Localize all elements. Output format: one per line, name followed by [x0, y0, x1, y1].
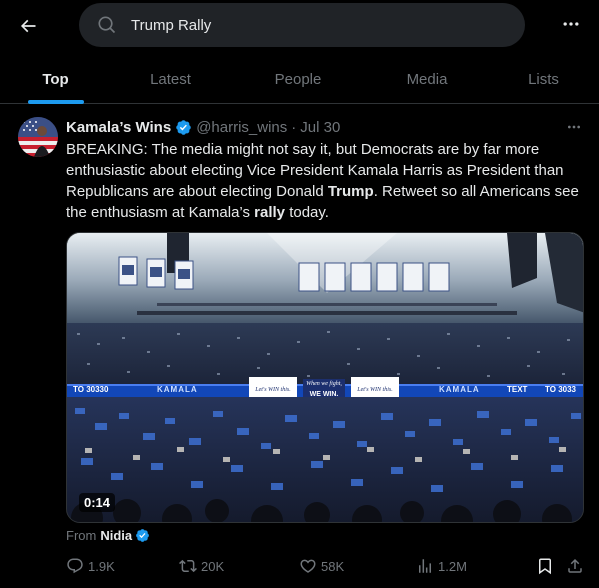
rally-scene-image	[67, 233, 583, 522]
views-button[interactable]: 1.2M	[416, 554, 467, 578]
tweet-more-button[interactable]	[562, 117, 586, 137]
separator-dot: ·	[291, 118, 297, 136]
source-account-name[interactable]: Nidia	[100, 528, 132, 543]
stage-sign-text: Let's WIN this.	[255, 387, 291, 393]
share-button[interactable]	[566, 554, 584, 578]
heart-icon	[300, 559, 316, 573]
tab-label: Media	[406, 70, 448, 88]
from-prefix: From	[66, 527, 97, 543]
tweet-header: Kamala’s Wins @harris_wins · Jul 30	[66, 117, 340, 137]
tab-people[interactable]: People	[230, 54, 366, 104]
search-input[interactable]	[131, 3, 501, 47]
tab-label: Latest	[150, 70, 191, 88]
search-icon	[97, 15, 117, 40]
author-handle[interactable]: @harris_wins	[196, 119, 287, 136]
reply-icon	[67, 558, 83, 574]
reply-count: 1.9K	[88, 558, 115, 574]
search-tabs: Top Latest People Media Lists	[0, 54, 599, 104]
search-header: Top Latest People Media Lists	[0, 0, 599, 104]
video-duration-badge: 0:14	[79, 493, 116, 512]
led-banner-text: TEXT	[507, 385, 528, 394]
repost-count: 20K	[201, 558, 225, 574]
led-banner-text: TO 3033	[545, 385, 576, 394]
back-button[interactable]	[12, 10, 44, 42]
author-name[interactable]: Kamala’s Wins	[66, 119, 171, 136]
tab-label: Lists	[528, 70, 559, 88]
tweet-actions: 1.9K 20K 58K 1.2M	[60, 554, 590, 578]
active-tab-indicator	[27, 100, 84, 104]
more-dots-icon	[563, 22, 579, 26]
stage-sign-text: WE WIN.	[309, 391, 339, 398]
tweet-date[interactable]: Jul 30	[300, 119, 340, 136]
tab-latest[interactable]: Latest	[111, 54, 230, 104]
tweet-text-part: today.	[285, 204, 329, 221]
tweet-card[interactable]: Kamala’s Wins @harris_wins · Jul 30 BREA…	[0, 105, 599, 588]
led-banner-text: TO 30330	[73, 385, 109, 394]
led-banner-text: KAMALA	[439, 385, 480, 394]
tab-media[interactable]: Media	[366, 54, 488, 104]
verified-badge-icon	[175, 119, 192, 136]
like-button[interactable]: 58K	[299, 554, 344, 578]
repost-icon	[179, 559, 197, 573]
tweet-text-highlight: Trump	[327, 183, 374, 200]
tab-top[interactable]: Top	[0, 54, 111, 104]
more-dots-icon	[568, 125, 580, 129]
reply-button[interactable]: 1.9K	[66, 554, 115, 578]
stage-sign-text: Let's WIN this.	[357, 387, 393, 393]
views-chart-icon	[419, 559, 431, 573]
tab-lists[interactable]: Lists	[488, 54, 599, 104]
tab-label: People	[274, 70, 322, 88]
bookmark-button[interactable]	[536, 554, 554, 578]
video-source: From Nidia	[66, 526, 154, 544]
search-box[interactable]	[79, 3, 525, 47]
tweet-text-highlight: rally	[254, 204, 286, 221]
tab-label: Top	[42, 70, 69, 88]
stage-sign-text: When we fight,	[306, 381, 342, 387]
tweet-video[interactable]: TO 30330 KAMALA KAMALA TEXT TO 3033 Let'…	[66, 232, 584, 523]
more-options-button[interactable]	[556, 9, 586, 39]
tweet-text: BREAKING: The media might not say it, bu…	[66, 139, 588, 223]
led-banner-text: KAMALA	[157, 385, 198, 394]
like-count: 58K	[321, 558, 345, 574]
repost-button[interactable]: 20K	[179, 554, 224, 578]
views-count: 1.2M	[438, 558, 467, 574]
avatar[interactable]	[18, 117, 58, 157]
share-icon	[568, 558, 582, 573]
bookmark-icon	[539, 558, 551, 575]
arrow-left-icon	[20, 19, 36, 33]
verified-badge-icon	[135, 528, 150, 543]
